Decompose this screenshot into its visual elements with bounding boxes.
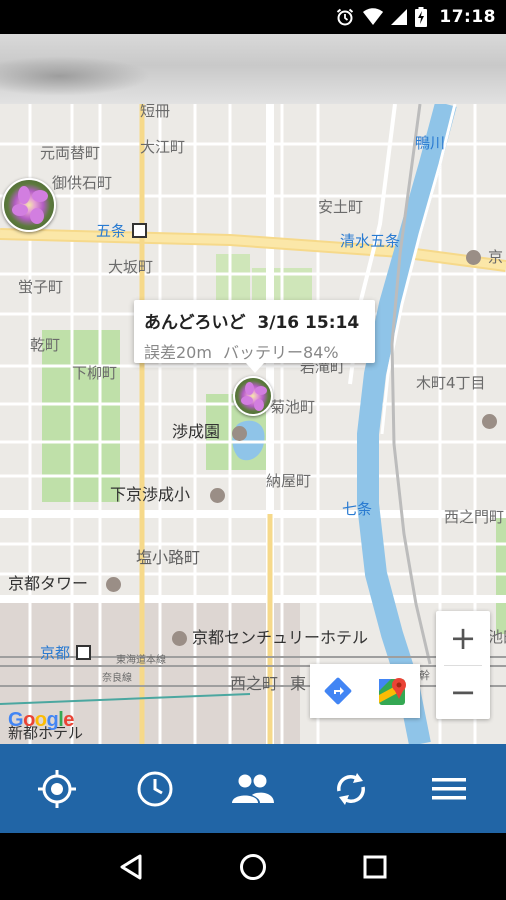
battery-text: バッテリー84% [223, 343, 339, 362]
back-button[interactable] [101, 837, 161, 897]
map-label: 七条 [342, 500, 373, 518]
open-in-maps-button[interactable] [365, 664, 420, 718]
bottom-navigation [0, 744, 506, 833]
map-label: 渉成園 [172, 422, 221, 441]
crosshair-icon [38, 769, 76, 808]
station-icon [132, 223, 147, 238]
map-label: 乾町 [30, 336, 61, 354]
map-label: 元両替町 [40, 144, 101, 162]
home-button[interactable] [223, 837, 283, 897]
wifi-icon [363, 8, 384, 25]
zoom-controls: + − [436, 611, 490, 719]
directions-button[interactable] [310, 664, 365, 718]
map-label: 御供石町 [52, 174, 113, 192]
poi-icon [482, 414, 497, 429]
recents-button[interactable] [345, 837, 405, 897]
map-label: 五条 [96, 222, 127, 240]
google-logo: Google [8, 709, 74, 732]
refresh-button[interactable] [316, 754, 386, 824]
map-label: 清水五条 [340, 232, 401, 250]
map-label: 菊池町 [270, 398, 316, 416]
friends-button[interactable] [218, 754, 288, 824]
google-logo-letter: o [34, 709, 47, 731]
map-label: 東 [290, 674, 307, 693]
map-label: 下京渉成小 [110, 485, 191, 504]
map-label: 塩小路町 [136, 548, 201, 567]
poi-icon [466, 250, 481, 265]
search-overlay-blurred [0, 34, 506, 104]
map-label: 西之門町 [444, 508, 505, 526]
menu-button[interactable] [414, 754, 484, 824]
google-logo-letter: g [46, 709, 59, 731]
map-label: 納屋町 [266, 472, 312, 490]
map-view[interactable]: 鴨川 短冊 大江町 元両替町 御供石町 安土町 五条 清水五条 京 大坂町 蛍子… [0, 104, 506, 744]
map-label: 東海道本線 [116, 655, 166, 666]
user-name: あんどろいど [144, 313, 246, 333]
map-label: 京 [488, 248, 504, 266]
poi-icon [210, 488, 225, 503]
zoom-in-button[interactable]: + [436, 611, 490, 665]
location-info-window[interactable]: あんどろいど 3/16 15:14 誤差20m バッテリー84% [134, 300, 375, 373]
map-label: 安土町 [318, 198, 364, 216]
friend-location-marker[interactable] [2, 178, 56, 232]
directions-icon [324, 677, 351, 705]
accuracy-text: 誤差20m [144, 343, 212, 362]
system-navigation-bar [0, 833, 506, 900]
map-label: 西之町 [230, 674, 279, 693]
status-time: 17:18 [439, 7, 496, 27]
map-label: 池田 [488, 628, 506, 646]
poi-icon [172, 631, 187, 646]
history-button[interactable] [120, 754, 190, 824]
battery-charging-icon [415, 7, 428, 27]
poi-icon [106, 577, 121, 592]
google-logo-letter: e [63, 709, 74, 731]
sync-icon [337, 772, 365, 805]
status-bar: 17:18 [0, 0, 506, 34]
back-icon [120, 854, 142, 879]
google-logo-letter: G [8, 709, 24, 731]
hamburger-menu-icon [432, 777, 466, 799]
map-label: 下柳町 [72, 364, 118, 382]
map-label: 奈良線 [102, 673, 132, 684]
location-datetime: 3/16 15:14 [257, 313, 360, 333]
user-location-marker[interactable] [233, 376, 273, 416]
info-title: あんどろいど 3/16 15:14 [144, 308, 365, 333]
map-label: 京都タワー [8, 574, 89, 593]
map-label: 大江町 [140, 138, 186, 156]
clock-icon [137, 771, 173, 806]
info-subtitle: 誤差20m バッテリー84% [144, 339, 365, 363]
map-toolbar [310, 664, 420, 718]
alarm-icon [337, 8, 354, 26]
map-label: 大坂町 [108, 258, 154, 276]
map-label: 鴨川 [415, 134, 446, 152]
people-icon [232, 774, 274, 803]
my-location-button[interactable] [22, 754, 92, 824]
zoom-out-button[interactable]: − [436, 665, 490, 719]
home-icon [240, 853, 266, 880]
map-label: 京都センチュリーホテル [192, 628, 369, 647]
recents-icon [363, 855, 387, 878]
map-label: 短冊 [140, 104, 171, 120]
poi-icon [232, 426, 247, 441]
signal-icon [391, 9, 408, 25]
map-label: 木町4丁目 [416, 374, 486, 392]
google-logo-letter: o [23, 709, 35, 731]
station-icon [76, 645, 91, 660]
google-maps-icon [378, 678, 406, 705]
map-label: 蛍子町 [18, 278, 64, 296]
map-label: 京都 [40, 644, 71, 662]
